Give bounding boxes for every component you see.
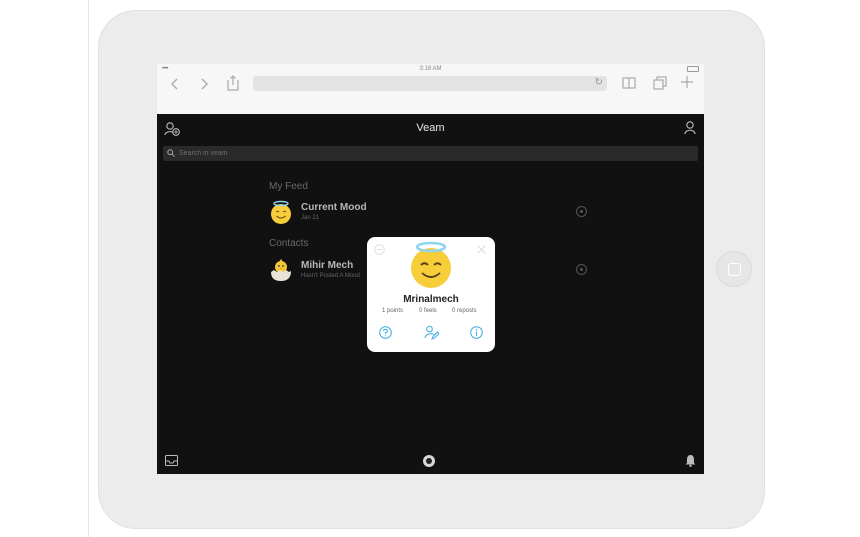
home-button[interactable]: [716, 251, 752, 287]
help-icon[interactable]: [379, 326, 392, 339]
halo-smile-emoji-icon: [411, 241, 451, 288]
browser-toolbar: ••••• 3:18 AM ↻: [157, 64, 704, 114]
share-icon[interactable]: [227, 75, 239, 91]
chevron-right-icon[interactable]: [200, 78, 208, 90]
search-input[interactable]: [179, 146, 679, 161]
user-edit-icon[interactable]: [424, 325, 439, 340]
profile-popup: Mrinalmech 1 points 0 feels 0 reposts: [367, 237, 495, 352]
contact-name: Mihir Mech: [301, 260, 354, 271]
bell-icon[interactable]: [685, 454, 696, 467]
search-icon: [167, 149, 175, 157]
app-header: Veam: [157, 114, 704, 144]
reposts-count: 0 reposts: [452, 308, 477, 314]
popup-username: Mrinalmech: [403, 294, 459, 305]
halo-smile-avatar-icon: [271, 200, 291, 224]
camera-button[interactable]: [423, 455, 435, 467]
profile-icon[interactable]: [684, 121, 696, 135]
contact-status: Hasn't Posted A Mood: [301, 273, 360, 279]
hatching-chick-avatar-icon: [271, 259, 291, 281]
feels-count: 0 feels: [419, 308, 437, 314]
close-icon[interactable]: [477, 245, 486, 254]
info-icon[interactable]: [470, 326, 483, 339]
contact-action-icon[interactable]: [576, 264, 587, 275]
feed-item-action-icon[interactable]: [576, 206, 587, 217]
chevron-left-icon[interactable]: [171, 78, 179, 90]
tabs-icon[interactable]: [653, 76, 667, 90]
plus-icon[interactable]: [681, 76, 693, 88]
search-bar: [163, 146, 698, 161]
feed-item-current-mood[interactable]: Current Mood Jan 21: [269, 200, 589, 226]
status-bar: ••••• 3:18 AM: [157, 64, 704, 74]
inbox-icon[interactable]: [165, 455, 178, 466]
status-time: 3:18 AM: [419, 66, 442, 72]
points-count: 1 points: [382, 308, 404, 314]
battery-icon: [687, 66, 699, 72]
minus-circle-icon[interactable]: [374, 244, 385, 255]
section-my-feed: My Feed: [269, 181, 308, 192]
app-title: Veam: [416, 122, 445, 134]
feed-item-title: Current Mood: [301, 202, 367, 213]
url-bar[interactable]: ↻: [253, 76, 607, 91]
feed-item-date: Jan 21: [301, 215, 320, 221]
section-contacts: Contacts: [269, 238, 309, 249]
reload-icon[interactable]: ↻: [595, 77, 603, 88]
page-divider-line: [88, 0, 89, 537]
home-square-icon: [728, 263, 741, 276]
book-icon[interactable]: [622, 77, 636, 89]
